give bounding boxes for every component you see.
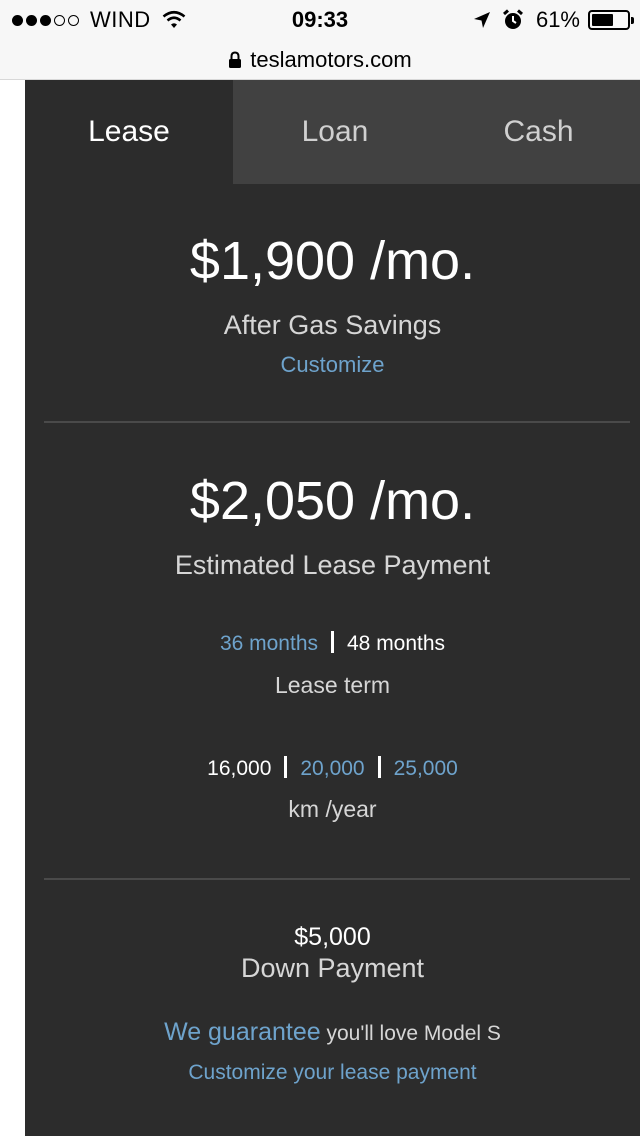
lock-icon	[229, 50, 242, 68]
distance-label: km /year	[288, 796, 377, 822]
guarantee-link[interactable]: We guarantee	[164, 1018, 321, 1046]
url-bar[interactable]: teslamotors.com	[0, 40, 640, 80]
guarantee-line: We guarantee you'll love Model S	[25, 1018, 640, 1047]
status-right: 61%	[472, 7, 634, 33]
customize-lease-link[interactable]: Customize your lease payment	[188, 1061, 476, 1084]
lease-term-36-option[interactable]: 36 months	[220, 632, 318, 655]
distance-16000-option[interactable]: 16,000	[207, 757, 271, 780]
distance-20000-option[interactable]: 20,000	[300, 757, 364, 780]
payment-panel: Lease Loan Cash $1,900 /mo. After Gas Sa…	[25, 80, 640, 1136]
tab-loan[interactable]: Loan	[233, 80, 437, 184]
location-arrow-icon	[473, 12, 490, 28]
gas-savings-label: After Gas Savings	[223, 310, 442, 340]
guarantee-text: you'll love Model S	[326, 1022, 501, 1045]
lease-term-options: 36 months 48 months	[25, 631, 640, 656]
divider	[44, 421, 630, 423]
tab-cash[interactable]: Cash	[437, 80, 640, 184]
down-payment-label: Down Payment	[240, 953, 425, 983]
status-bar: WIND 09:33 61%	[0, 0, 640, 40]
lease-payment-price: $2,050 /mo.	[189, 471, 476, 531]
alarm-clock-icon	[502, 9, 523, 29]
lease-term-label: Lease term	[274, 672, 391, 698]
lease-payment-label: Estimated Lease Payment	[174, 550, 491, 580]
tab-lease[interactable]: Lease	[25, 80, 233, 184]
customize-link-wrap: Customize	[25, 352, 640, 378]
customize-link[interactable]: Customize	[281, 352, 385, 377]
option-separator	[377, 756, 381, 778]
url-text[interactable]: teslamotors.com	[250, 47, 411, 73]
battery-level-fill	[592, 14, 613, 26]
option-separator	[284, 756, 288, 778]
distance-25000-option[interactable]: 25,000	[394, 757, 458, 780]
distance-options: 16,000 20,000 25,000	[25, 756, 640, 781]
down-payment-amount: $5,000	[294, 923, 371, 951]
payment-tabs: Lease Loan Cash	[25, 80, 640, 184]
gas-savings-price: $1,900 /mo.	[189, 231, 476, 291]
battery-percent: 61%	[535, 7, 580, 32]
lease-term-48-option[interactable]: 48 months	[347, 632, 445, 655]
battery-nub	[631, 17, 634, 24]
divider	[44, 878, 630, 880]
battery-icon	[588, 10, 634, 30]
customize-lease-wrap: Customize your lease payment	[25, 1061, 640, 1085]
option-separator	[331, 631, 334, 653]
